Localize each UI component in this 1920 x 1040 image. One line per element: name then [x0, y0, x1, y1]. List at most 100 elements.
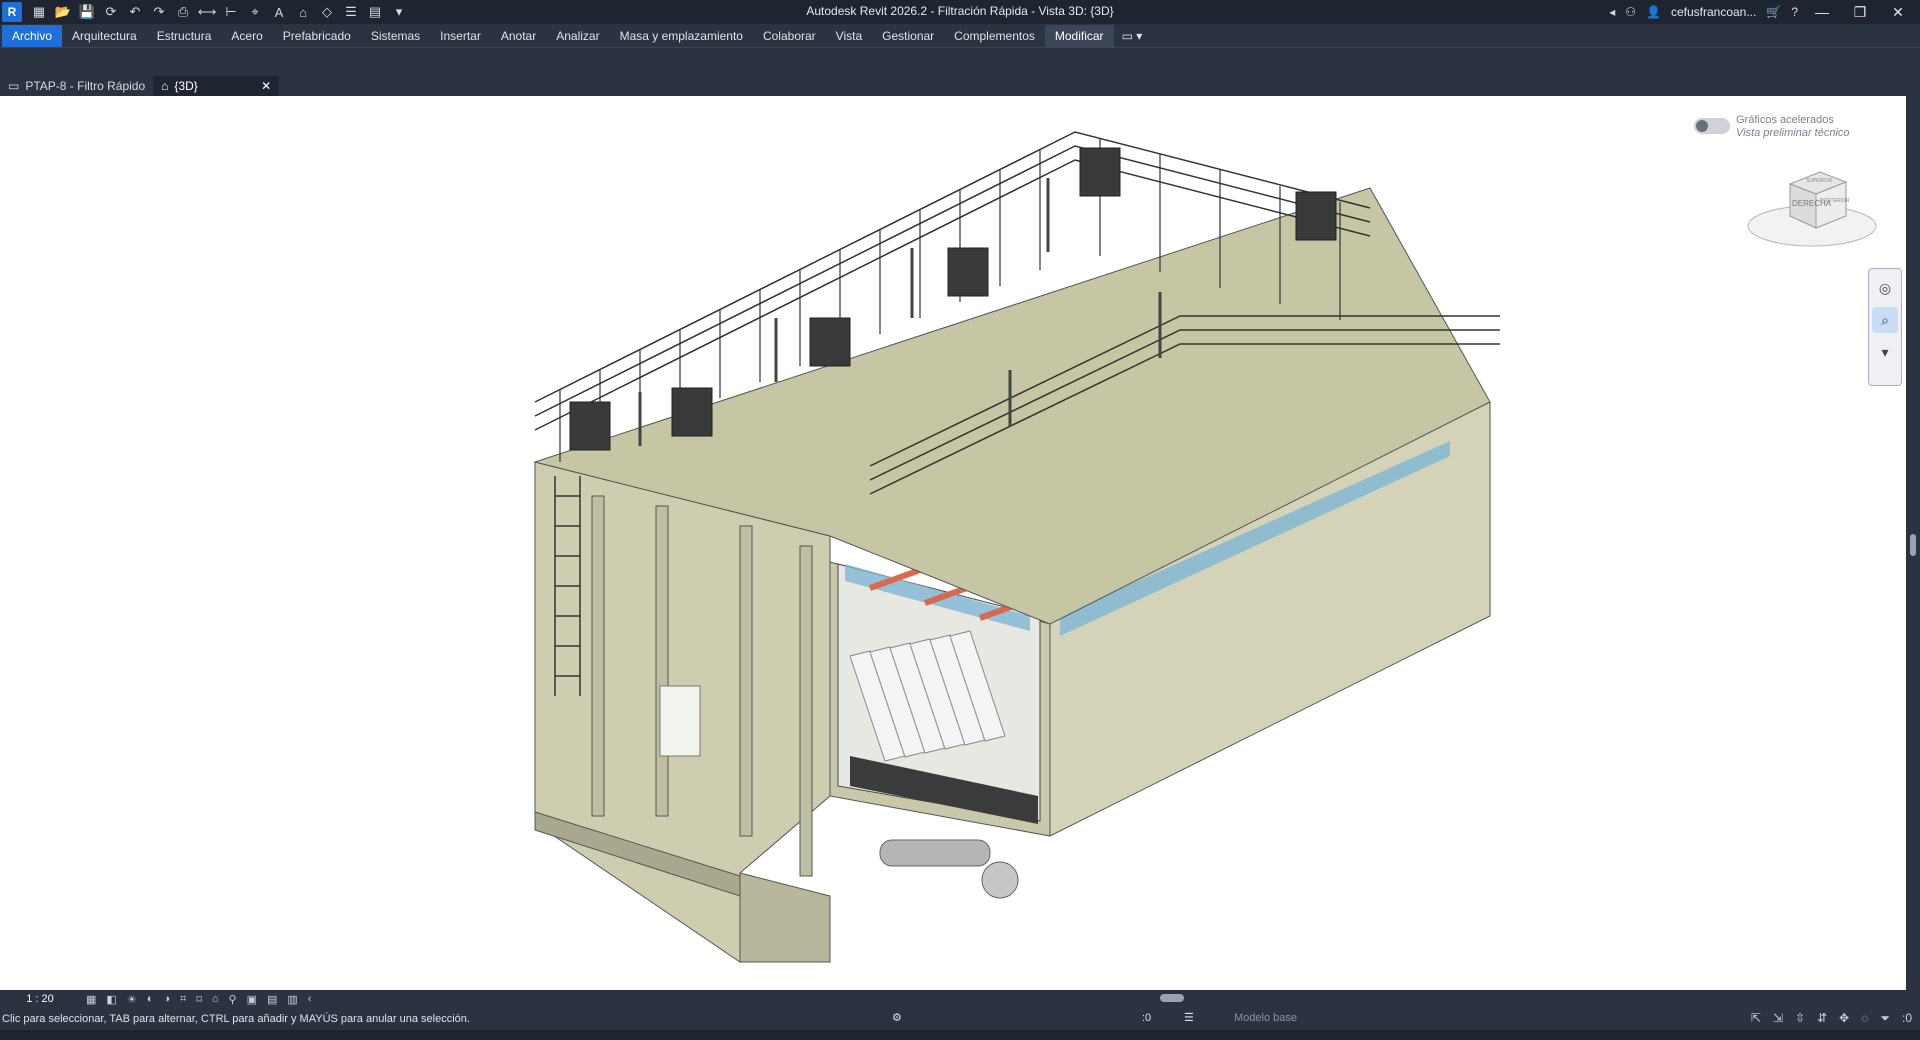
- detail-level-icon[interactable]: ▦: [86, 993, 96, 1006]
- 3d-view-icon[interactable]: ⌂: [294, 3, 312, 21]
- quick-access-toolbar: ▦ 📂 💾 ⟳ ↶ ↷ ⎙ ⟷ ⊢ ⌖ A ⌂ ◇ ☰ ▤ ▾: [30, 3, 408, 21]
- collapse-icon[interactable]: ◂: [1609, 5, 1615, 19]
- tab-gestionar[interactable]: Gestionar: [872, 25, 944, 47]
- shadows-icon[interactable]: ◐: [147, 993, 154, 1006]
- title-bar: R ▦ 📂 💾 ⟳ ↶ ↷ ⎙ ⟷ ⊢ ⌖ A ⌂ ◇ ☰ ▤ ▾ Autode…: [0, 0, 1920, 24]
- 3d-model[interactable]: [0, 96, 1906, 990]
- dimension-icon[interactable]: ⊢: [222, 3, 240, 21]
- customize-icon[interactable]: ▾: [390, 3, 408, 21]
- viewcube[interactable]: DERECHA POSTERIOR SUPERIOR: [1742, 154, 1882, 264]
- measure-icon[interactable]: ⟷: [198, 3, 217, 21]
- tab-archivo[interactable]: Archivo: [2, 24, 63, 47]
- accelerated-graphics-toggle[interactable]: [1694, 118, 1730, 134]
- save-icon[interactable]: 💾: [78, 3, 96, 21]
- select-underlay-icon[interactable]: ⇲: [1773, 1011, 1783, 1026]
- maximize-button[interactable]: ❐: [1846, 4, 1874, 21]
- horizontal-scroll-thumb[interactable]: [1160, 994, 1184, 1002]
- technical-preview-label: Vista preliminar técnico: [1736, 127, 1850, 139]
- tab-modificar[interactable]: Modificar: [1044, 24, 1114, 47]
- status-message: Clic para seleccionar, TAB para alternar…: [2, 1013, 470, 1025]
- model-selector-icon[interactable]: ☰: [1184, 1011, 1194, 1024]
- view-tab-label: {3D}: [174, 79, 198, 93]
- temp-properties-icon[interactable]: ▤: [267, 993, 277, 1006]
- sun-path-icon[interactable]: ☀: [127, 993, 137, 1006]
- sync-icon[interactable]: ⟳: [102, 3, 120, 21]
- view-tab-plan[interactable]: ▭ PTAP-8 - Filtro Rápido: [0, 76, 153, 96]
- pipe-elbow: [981, 861, 1019, 899]
- tab-arquitectura[interactable]: Arquitectura: [62, 25, 147, 47]
- active-model-selector[interactable]: Modelo base: [1234, 1012, 1297, 1024]
- text-icon[interactable]: A: [270, 3, 288, 21]
- vertical-scroll-thumb[interactable]: [1910, 534, 1916, 556]
- tab-acero[interactable]: Acero: [221, 25, 272, 47]
- drawing-viewport[interactable]: Gráficos acelerados Vista preliminar téc…: [0, 96, 1906, 990]
- close-button[interactable]: ✕: [1884, 4, 1912, 21]
- plan-icon: ▭: [8, 79, 20, 93]
- help-icon[interactable]: ?: [1791, 5, 1798, 19]
- section-icon[interactable]: ◇: [318, 3, 336, 21]
- redo-icon[interactable]: ↷: [150, 3, 168, 21]
- tag-icon[interactable]: ⌖: [246, 3, 264, 21]
- graphics-toggle-group: Gráficos acelerados Vista preliminar téc…: [1694, 114, 1850, 140]
- crop-view-icon[interactable]: ⌗: [180, 993, 186, 1006]
- analytical-model-icon[interactable]: ▥: [287, 993, 297, 1006]
- drag-elements-icon[interactable]: ✥: [1839, 1011, 1849, 1026]
- user-icon[interactable]: 👤: [1646, 5, 1661, 19]
- tab-estructura[interactable]: Estructura: [147, 25, 222, 47]
- navbar-options-icon[interactable]: ▾: [1872, 339, 1898, 365]
- background-process-icon[interactable]: ◌: [1861, 1011, 1868, 1026]
- zoom-region-icon[interactable]: ⌕: [1872, 307, 1898, 333]
- cart-icon[interactable]: 🛒: [1766, 5, 1781, 19]
- scroll-left-icon[interactable]: ‹: [308, 993, 312, 1006]
- selection-options: ⇱ ⇲ ⇳ ⇵ ✥ ◌ ⏷ :0: [1751, 1011, 1912, 1026]
- ribbon-options-icon[interactable]: ▭ ▾: [1114, 25, 1151, 47]
- undo-icon[interactable]: ↶: [126, 3, 144, 21]
- tab-sistemas[interactable]: Sistemas: [361, 25, 430, 47]
- viewcube-back-label: POSTERIOR: [1820, 198, 1850, 204]
- print-icon[interactable]: ⎙: [174, 3, 192, 21]
- lock-view-icon[interactable]: ⌂: [212, 993, 219, 1006]
- view-control-bar: 1 : 20 ▦ ◧ ☀ ◐ ◑ ⌗ ⌑ ⌂ ⚲ ▣ ▤ ▥ ‹: [0, 990, 1920, 1008]
- tab-colaborar[interactable]: Colaborar: [753, 25, 826, 47]
- revit-app: R ▦ 📂 💾 ⟳ ↶ ↷ ⎙ ⟷ ⊢ ⌖ A ⌂ ◇ ☰ ▤ ▾ Autode…: [0, 0, 1920, 1040]
- reveal-hidden-icon[interactable]: ▣: [247, 993, 257, 1006]
- select-face-icon[interactable]: ⇵: [1817, 1011, 1827, 1026]
- tab-masa-emplazamiento[interactable]: Masa y emplazamiento: [610, 25, 753, 47]
- thin-lines-icon[interactable]: ☰: [342, 3, 360, 21]
- visual-style-icon[interactable]: ◧: [106, 993, 116, 1006]
- steering-wheel-icon[interactable]: ◎: [1872, 275, 1898, 301]
- design-options-icon[interactable]: ⚙: [892, 1011, 902, 1024]
- tab-complementos[interactable]: Complementos: [944, 25, 1045, 47]
- vertical-scrollbar[interactable]: [1906, 96, 1920, 990]
- view-tab-3d[interactable]: ⌂ {3D} ✕: [153, 76, 280, 96]
- accelerated-graphics-label: Gráficos acelerados: [1736, 114, 1834, 126]
- temp-hide-icon[interactable]: ⚲: [229, 993, 237, 1006]
- home-icon[interactable]: ▦: [30, 3, 48, 21]
- filter-counter: :0: [1901, 1011, 1912, 1025]
- scale-selector[interactable]: 1 : 20: [0, 993, 80, 1005]
- status-bar: Clic para seleccionar, TAB para alternar…: [0, 1008, 1920, 1030]
- bottom-pipe: [879, 839, 991, 867]
- open-icon[interactable]: 📂: [54, 3, 72, 21]
- tab-prefabricado[interactable]: Prefabricado: [273, 25, 361, 47]
- tab-analizar[interactable]: Analizar: [546, 25, 609, 47]
- select-pinned-icon[interactable]: ⇳: [1795, 1011, 1805, 1026]
- crop-region-icon[interactable]: ⌑: [196, 993, 202, 1006]
- select-links-icon[interactable]: ⇱: [1751, 1011, 1761, 1026]
- render-icon[interactable]: ◑: [163, 993, 170, 1006]
- white-tank: [659, 685, 701, 757]
- user-name[interactable]: cefusfrancoan...: [1671, 5, 1756, 19]
- view-tab-3d-title: ⌂ {3D}: [161, 79, 198, 93]
- tab-vista[interactable]: Vista: [826, 25, 872, 47]
- switch-windows-icon[interactable]: ▤: [366, 3, 384, 21]
- close-tab-icon[interactable]: ✕: [261, 79, 271, 93]
- view-tab-label: PTAP-8 - Filtro Rápido: [25, 79, 146, 93]
- minimize-button[interactable]: —: [1808, 4, 1836, 20]
- app-logo[interactable]: R: [2, 2, 22, 22]
- tab-anotar[interactable]: Anotar: [491, 25, 546, 47]
- tab-insertar[interactable]: Insertar: [430, 25, 491, 47]
- filter-icon[interactable]: ⏷: [1880, 1011, 1890, 1026]
- navigation-bar: ◎ ⌕ ▾: [1868, 268, 1902, 386]
- view-control-icons: ▦ ◧ ☀ ◐ ◑ ⌗ ⌑ ⌂ ⚲ ▣ ▤ ▥ ‹: [86, 993, 311, 1006]
- binoculars-icon[interactable]: ⚇: [1625, 5, 1636, 19]
